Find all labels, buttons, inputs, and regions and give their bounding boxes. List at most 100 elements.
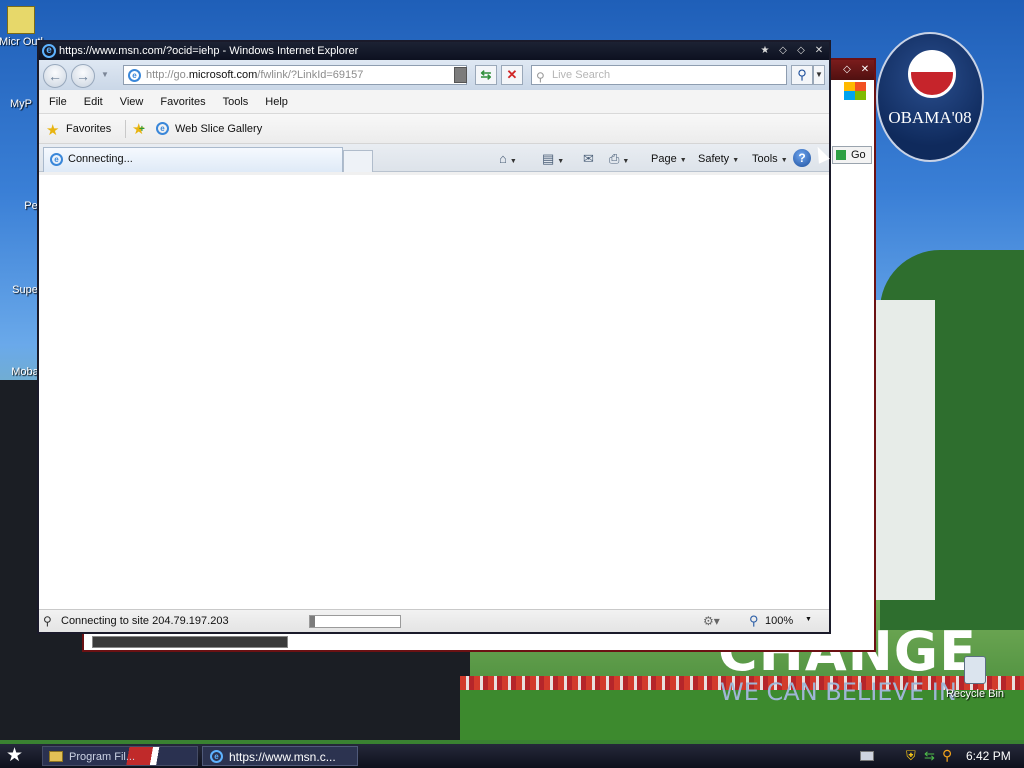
protected-mode-icon[interactable]: ⚙▾ xyxy=(703,614,720,628)
search-input[interactable]: ⚲ Live Search xyxy=(531,65,787,85)
recycle-bin-icon xyxy=(964,656,986,684)
taskbar-item-label: Program Fil... xyxy=(69,751,136,763)
search-placeholder: Live Search xyxy=(552,69,611,81)
progress-fill xyxy=(310,616,315,627)
address-toolbar: ← → ▼ e http://go.microsoft.com/fwlink/?… xyxy=(39,60,829,90)
search-tray-icon[interactable]: ⚲ xyxy=(942,747,952,764)
tab-title: Connecting... xyxy=(68,153,133,165)
home-button[interactable]: ⌂ ▼ xyxy=(499,150,517,168)
desktop-icon-label: MyP xyxy=(10,98,32,110)
zoom-icon[interactable]: ⚲ xyxy=(749,613,759,629)
menu-tools[interactable]: Tools xyxy=(223,96,249,108)
help-button[interactable]: ? xyxy=(793,149,811,167)
safety-menu-button[interactable]: Safety ▼ xyxy=(698,150,739,168)
menu-favorites[interactable]: Favorites xyxy=(160,96,205,108)
page-ie-icon: e xyxy=(128,69,141,82)
taskbar-item-program-files[interactable]: Program Fil... xyxy=(42,746,198,766)
clock[interactable]: 6:42 PM xyxy=(966,749,1011,763)
security-shield-icon[interactable]: ⛨ xyxy=(906,748,916,764)
minimize-icon[interactable]: ◇ xyxy=(776,44,790,58)
search-options-dropdown[interactable]: ▼ xyxy=(813,65,825,85)
taskbar-item-ie[interactable]: e https://www.msn.c... xyxy=(202,746,358,766)
restore-icon[interactable]: ◇ xyxy=(840,63,854,77)
menu-file[interactable]: File xyxy=(49,96,67,108)
print-button[interactable]: ⎙ ▼ xyxy=(609,150,629,168)
menu-bar: File Edit View Favorites Tools Help xyxy=(39,90,829,114)
campaign-badge-text: OBAMA'08 xyxy=(888,108,972,127)
rss-feed-icon: ▤ xyxy=(542,151,555,166)
tools-menu-label: Tools xyxy=(752,153,778,165)
keyboard-icon[interactable] xyxy=(860,751,874,761)
back-button[interactable]: ← xyxy=(43,64,67,88)
maximize-icon[interactable]: ◇ xyxy=(794,44,808,58)
go-button[interactable]: Go xyxy=(832,146,872,164)
search-button[interactable]: ⚲ xyxy=(791,65,813,85)
printer-icon: ⎙ xyxy=(609,151,620,166)
close-icon[interactable]: ✕ xyxy=(858,63,872,77)
refresh-button[interactable]: ⇆ xyxy=(475,65,497,85)
mail-icon: ✉ xyxy=(583,151,594,166)
favorites-button[interactable]: Favorites xyxy=(66,123,111,135)
ie-logo-icon: e xyxy=(42,44,56,58)
page-content-area[interactable] xyxy=(39,175,829,609)
zoom-level[interactable]: 100% xyxy=(765,615,793,627)
campaign-logo-icon xyxy=(908,50,956,98)
folder-icon xyxy=(49,751,63,762)
zoom-dropdown[interactable]: ▼ xyxy=(805,616,812,623)
tools-menu-button[interactable]: Tools ▼ xyxy=(752,150,788,168)
menu-edit[interactable]: Edit xyxy=(84,96,103,108)
compatibility-icon[interactable] xyxy=(454,67,467,83)
campaign-badge: OBAMA'08 xyxy=(876,32,984,162)
address-bar[interactable]: e http://go.microsoft.com/fwlink/?LinkId… xyxy=(123,65,467,85)
search-icon: ⚲ xyxy=(536,70,545,84)
network-icon[interactable]: ⇆ xyxy=(924,748,935,764)
status-text: Connecting to site 204.79.197.203 xyxy=(61,615,229,627)
wallpaper-slogan-sub: WE CAN BELIEVE IN xyxy=(720,678,957,706)
page-menu-button[interactable]: Page ▼ xyxy=(651,150,687,168)
web-slice-ie-icon: e xyxy=(156,122,169,135)
recycle-bin[interactable]: Recycle Bin xyxy=(940,656,1010,700)
horizontal-scrollbar[interactable] xyxy=(92,636,288,648)
favorites-bar: ★ Favorites ★ e Web Slice Gallery xyxy=(39,114,829,144)
wallpaper-house xyxy=(875,300,935,600)
favorites-star-icon[interactable]: ★ xyxy=(46,121,59,139)
desktop-icon-label: Pe xyxy=(24,200,38,212)
menu-help[interactable]: Help xyxy=(265,96,288,108)
tab-ie-icon: e xyxy=(50,153,63,166)
ie-titlebar[interactable]: e https://www.msn.com/?ocid=iehp - Windo… xyxy=(39,42,829,60)
status-bar: ⚲ Connecting to site 204.79.197.203 ⚙▾ ⚲… xyxy=(39,609,829,632)
desktop-icon-label: Supe xyxy=(12,284,38,296)
add-favorite-icon[interactable]: ★ xyxy=(132,120,145,138)
taskbar-item-label: https://www.msn.c... xyxy=(229,750,336,764)
outlook-icon xyxy=(7,6,35,34)
feeds-button[interactable]: ▤ ▼ xyxy=(542,150,564,168)
tab-row: e Connecting... ⌂ ▼ ▤ ▼ ✉ ⎙ ▼ Page ▼ Safety ▼… xyxy=(39,144,829,172)
address-domain: microsoft.com xyxy=(188,69,258,81)
start-button[interactable]: ★ xyxy=(6,746,23,766)
ie-window[interactable]: e https://www.msn.com/?ocid=iehp - Windo… xyxy=(37,40,831,634)
address-prefix: http://go. xyxy=(146,69,189,81)
desktop-icon-label: Moba xyxy=(11,366,39,378)
read-mail-button[interactable]: ✉ xyxy=(583,150,594,168)
web-slice-gallery-link[interactable]: Web Slice Gallery xyxy=(175,123,262,135)
stop-button[interactable]: ✕ xyxy=(501,65,523,85)
toolbar-divider xyxy=(125,120,126,138)
windows-logo-icon xyxy=(844,82,866,100)
connecting-search-icon: ⚲ xyxy=(43,614,52,628)
close-icon[interactable]: ✕ xyxy=(812,44,826,58)
new-tab-button[interactable] xyxy=(343,150,373,172)
window-title: https://www.msn.com/?ocid=iehp - Windows… xyxy=(59,45,359,57)
recycle-bin-label: Recycle Bin xyxy=(945,688,1005,700)
address-suffix: /fwlink/?LinkId=69157 xyxy=(257,69,364,81)
home-icon: ⌂ xyxy=(499,151,507,166)
ie-logo-icon: e xyxy=(210,750,223,763)
pin-star-icon[interactable]: ★ xyxy=(758,44,772,58)
tab-connecting[interactable]: e Connecting... xyxy=(43,147,343,172)
menu-view[interactable]: View xyxy=(120,96,144,108)
forward-button[interactable]: → xyxy=(71,64,95,88)
page-load-progress xyxy=(309,615,401,628)
taskbar: ★ Program Fil... e https://www.msn.c... … xyxy=(0,744,1024,768)
recent-pages-dropdown[interactable]: ▼ xyxy=(101,70,109,79)
safety-menu-label: Safety xyxy=(698,153,730,165)
page-menu-label: Page xyxy=(651,153,677,165)
